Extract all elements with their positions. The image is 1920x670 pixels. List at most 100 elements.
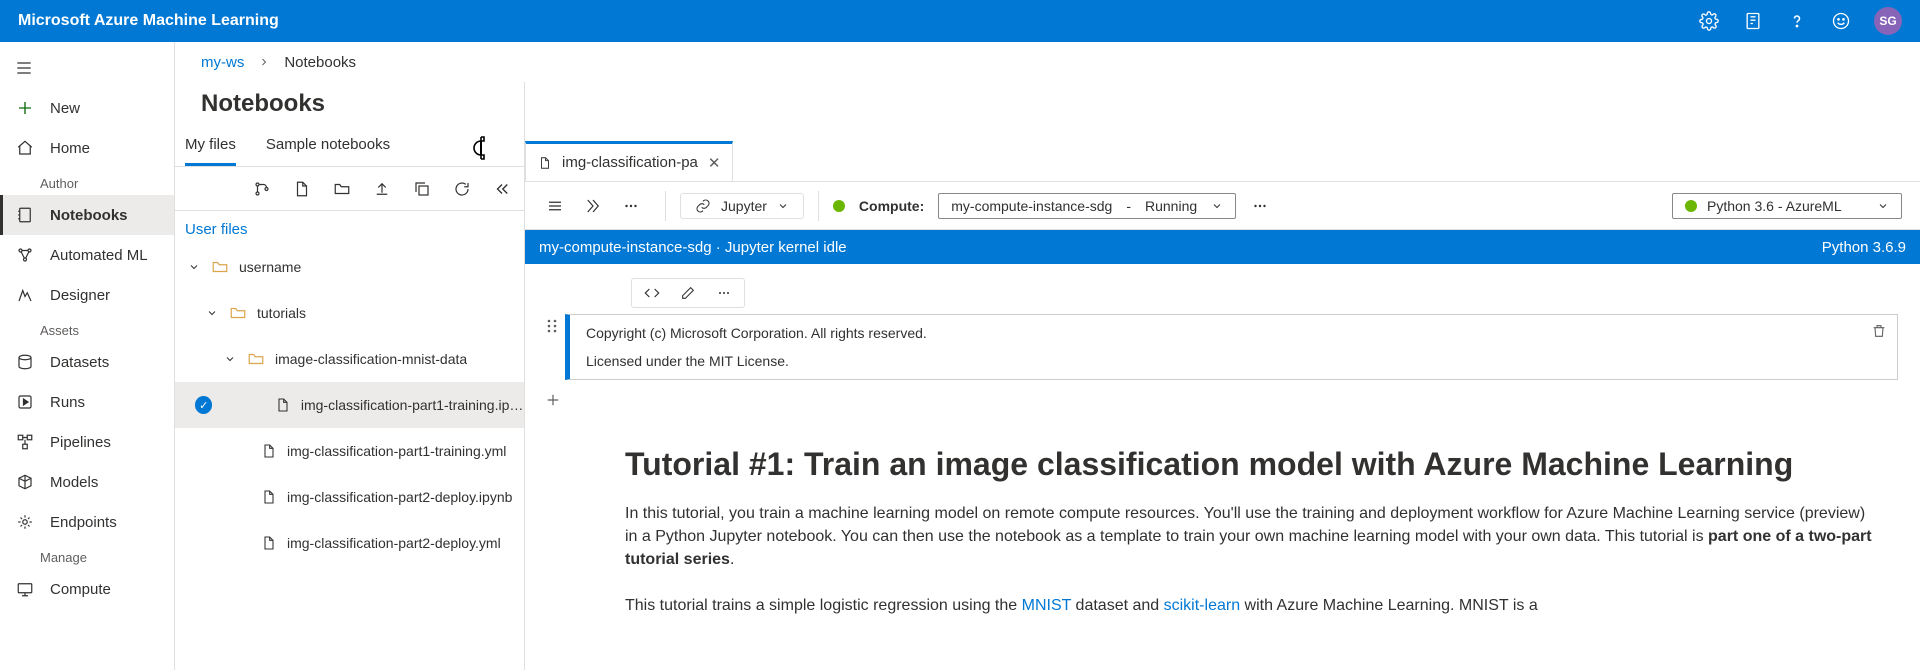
notebook-body: Copyright (c) Microsoft Corporation. All…: [525, 264, 1920, 670]
check-icon: ✓: [195, 396, 212, 414]
chevron-down-icon: [205, 307, 219, 319]
collapse-icon[interactable]: [492, 179, 512, 199]
nav-section-assets: Assets: [0, 315, 174, 342]
nav-automl[interactable]: Automated ML: [0, 235, 174, 275]
tree-file[interactable]: img-classification-part2-deploy.yml: [175, 520, 524, 566]
nav-section-manage: Manage: [0, 542, 174, 569]
datasets-icon: [14, 353, 36, 371]
file-icon: [261, 443, 277, 459]
feedback-icon[interactable]: [1830, 10, 1852, 32]
more-icon[interactable]: [714, 283, 734, 303]
models-icon: [14, 473, 36, 491]
tab-my-files[interactable]: My files: [185, 128, 236, 166]
runs-icon: [14, 393, 36, 411]
trash-icon[interactable]: [1871, 323, 1887, 339]
file-toolbar: [175, 167, 524, 211]
git-icon[interactable]: [252, 179, 272, 199]
link-scikit[interactable]: scikit-learn: [1164, 597, 1240, 614]
new-folder-icon[interactable]: [332, 179, 352, 199]
left-nav: New Home Author Notebooks Automated ML D…: [0, 42, 175, 670]
status-dot-icon: [1685, 200, 1697, 212]
status-right: Python 3.6.9: [1822, 239, 1906, 256]
nav-home[interactable]: Home: [0, 128, 174, 168]
diagnostics-icon[interactable]: [1742, 10, 1764, 32]
chevron-down-icon: [223, 353, 237, 365]
file-browser: Notebooks My files Sample notebooks User…: [175, 82, 525, 670]
folder-icon: [247, 350, 265, 368]
refresh-icon[interactable]: [452, 179, 472, 199]
compute-select[interactable]: my-compute-instance-sdg - Running: [938, 193, 1236, 219]
chevron-down-icon: [187, 261, 201, 273]
settings-icon[interactable]: [1698, 10, 1720, 32]
markdown-paragraph: In this tutorial, you train a machine le…: [625, 502, 1874, 572]
run-all-icon[interactable]: [583, 196, 603, 216]
top-bar: Microsoft Azure Machine Learning SG: [0, 0, 1920, 42]
link-icon: [695, 198, 711, 214]
tree-folder-tutorials[interactable]: tutorials: [175, 290, 524, 336]
notebook-tabstrip: img-classification-pa ✕: [525, 142, 1920, 182]
edit-icon[interactable]: [678, 283, 698, 303]
folder-icon: [229, 304, 247, 322]
more-icon[interactable]: [1250, 196, 1270, 216]
notebook-icon: [14, 206, 36, 224]
user-avatar[interactable]: SG: [1874, 7, 1902, 35]
code-icon[interactable]: [642, 283, 662, 303]
breadcrumb: my-ws Notebooks: [175, 42, 1920, 82]
endpoints-icon: [14, 513, 36, 531]
notebook-tab-label: img-classification-pa: [562, 154, 698, 171]
product-title: Microsoft Azure Machine Learning: [18, 12, 1698, 30]
breadcrumb-page: Notebooks: [284, 54, 356, 71]
tree-file[interactable]: img-classification-part1-training.yml: [175, 428, 524, 474]
tree-file[interactable]: img-classification-part2-deploy.ipynb: [175, 474, 524, 520]
nav-designer[interactable]: Designer: [0, 275, 174, 315]
tree-folder-mnist[interactable]: image-classification-mnist-data: [175, 336, 524, 382]
file-icon: [275, 397, 291, 413]
nav-new[interactable]: New: [0, 88, 174, 128]
nav-runs[interactable]: Runs: [0, 382, 174, 422]
notebook-tab[interactable]: img-classification-pa ✕: [525, 141, 733, 181]
nav-models[interactable]: Models: [0, 462, 174, 502]
page-title: Notebooks: [175, 82, 524, 128]
nav-toggle[interactable]: [0, 48, 174, 88]
nav-new-label: New: [50, 100, 80, 117]
breadcrumb-workspace[interactable]: my-ws: [201, 54, 244, 71]
folder-icon: [211, 258, 229, 276]
tree-folder-user[interactable]: username: [175, 244, 524, 290]
editor-toolbar: Jupyter Compute: my-compute-instance-sdg…: [525, 182, 1920, 230]
more-icon[interactable]: [621, 196, 641, 216]
compute-icon: [14, 580, 36, 598]
add-cell-button[interactable]: [539, 386, 567, 414]
chevron-right-icon: [258, 56, 270, 68]
file-icon: [261, 489, 277, 505]
nav-section-author: Author: [0, 168, 174, 195]
new-file-icon[interactable]: [292, 179, 312, 199]
duplicate-icon[interactable]: [412, 179, 432, 199]
nav-compute[interactable]: Compute: [0, 569, 174, 609]
automl-icon: [14, 246, 36, 264]
compute-label: Compute:: [859, 198, 924, 214]
upload-icon[interactable]: [372, 179, 392, 199]
jupyter-dropdown[interactable]: Jupyter: [680, 193, 804, 219]
help-icon[interactable]: [1786, 10, 1808, 32]
nav-endpoints[interactable]: Endpoints: [0, 502, 174, 542]
status-dot-icon: [833, 200, 845, 212]
nav-notebooks[interactable]: Notebooks: [0, 195, 174, 235]
nav-datasets[interactable]: Datasets: [0, 342, 174, 382]
designer-icon: [14, 286, 36, 304]
notebook-cell[interactable]: Copyright (c) Microsoft Corporation. All…: [539, 314, 1898, 380]
pipelines-icon: [14, 433, 36, 451]
tree-file[interactable]: ✓ img-classification-part1-training.ipyn…: [175, 382, 524, 428]
tab-sample-notebooks[interactable]: Sample notebooks: [266, 128, 390, 166]
status-bar: my-compute-instance-sdg · Jupyter kernel…: [525, 230, 1920, 264]
file-icon: [261, 535, 277, 551]
nav-pipelines[interactable]: Pipelines: [0, 422, 174, 462]
menu-icon[interactable]: [545, 196, 565, 216]
kernel-select[interactable]: Python 3.6 - AzureML: [1672, 193, 1902, 219]
file-icon: [538, 156, 552, 170]
user-files-header[interactable]: User files: [175, 211, 524, 244]
link-mnist[interactable]: MNIST: [1022, 597, 1071, 614]
cell-line: Copyright (c) Microsoft Corporation. All…: [586, 325, 1881, 341]
close-icon[interactable]: ✕: [708, 154, 721, 172]
chevron-down-icon: [1211, 200, 1223, 212]
drag-handle-icon[interactable]: [539, 314, 565, 380]
